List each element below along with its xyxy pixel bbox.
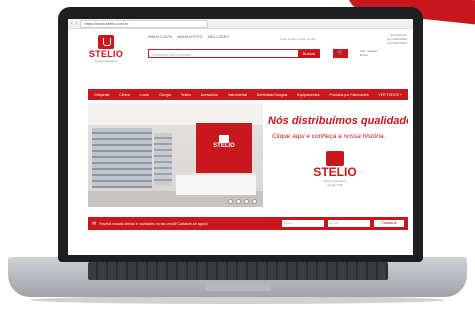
- laptop-shadow: [30, 296, 445, 304]
- menu-item-testes[interactable]: Testes: [181, 93, 191, 97]
- slider-dot[interactable]: [228, 199, 233, 204]
- banner-subheadline[interactable]: Clique aqui e conheça a nossa história.: [272, 133, 385, 140]
- menu-item-instrumental[interactable]: Instrumental: [228, 93, 247, 97]
- hero-banner[interactable]: STELIO Nós distribuímos qualidade! Cliqu…: [88, 103, 408, 207]
- main-menu: Ortopedia Clínica Luvas Cirurgia Testes …: [88, 89, 408, 100]
- store-ceiling: [88, 103, 263, 125]
- menu-item-ortopedia[interactable]: Ortopedia: [94, 93, 109, 97]
- tooth-logo-icon: [219, 135, 229, 143]
- menu-item-cirurgia[interactable]: Cirurgia: [159, 93, 171, 97]
- slider-dot[interactable]: [252, 199, 257, 204]
- ceiling-light: [228, 112, 232, 114]
- newsletter-bar: ✉ Receba nossas ofertas e novidades no s…: [88, 217, 408, 230]
- banner-logo: STELIO Artigos Dentários desde 1975: [310, 151, 360, 187]
- banner-logo-name: STELIO: [313, 165, 357, 179]
- laptop-trackpad: [205, 283, 271, 291]
- newsletter-name-input[interactable]: Nome: [282, 220, 324, 227]
- banner-logo-since: desde 1975: [327, 183, 343, 187]
- ceiling-light: [188, 112, 192, 114]
- slider-dot[interactable]: [244, 199, 249, 204]
- ceiling-light: [108, 112, 112, 114]
- menu-item-clinica[interactable]: Clínica: [119, 93, 130, 97]
- tooth-logo-icon: [326, 151, 344, 166]
- slider-dot[interactable]: [236, 199, 241, 204]
- wall-logo-name: STELIO: [213, 143, 235, 149]
- wall-logo: STELIO: [211, 135, 237, 149]
- store-shelf: [92, 128, 152, 188]
- ceiling-light: [148, 112, 152, 114]
- menu-item-fabricantes[interactable]: Produtos por Fabricantes: [329, 93, 368, 97]
- menu-item-acessorios[interactable]: Acessórios: [201, 93, 218, 97]
- screen-content: Ortopedia Clínica Luvas Cirurgia Testes …: [68, 19, 413, 255]
- store-photo: STELIO: [88, 103, 263, 207]
- menu-item-ver-todos[interactable]: VER TODOS +: [378, 93, 402, 97]
- laptop-keyboard: [88, 262, 388, 280]
- slider-dots: [228, 199, 257, 204]
- menu-item-equipamentos[interactable]: Equipamentos: [297, 93, 319, 97]
- menu-item-dentistica[interactable]: Dentística/Cirúrgica: [257, 93, 288, 97]
- newsletter-text: Receba nossas ofertas e novidades no seu…: [99, 221, 208, 226]
- newsletter-submit-button[interactable]: Cadastrar: [374, 220, 404, 227]
- menu-item-luvas[interactable]: Luvas: [140, 93, 149, 97]
- newsletter-email-input[interactable]: E-mail: [328, 220, 370, 227]
- banner-headline: Nós distribuímos qualidade!: [268, 115, 408, 127]
- store-shelf: [154, 133, 172, 185]
- store-counter: [176, 173, 256, 195]
- mail-icon: ✉: [92, 220, 97, 227]
